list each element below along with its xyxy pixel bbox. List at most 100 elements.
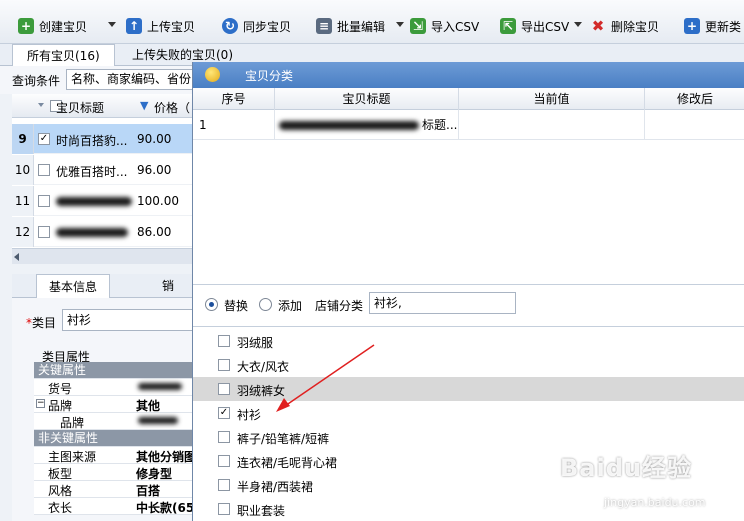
upload-icon: ↑ bbox=[126, 18, 142, 34]
category-checkbox[interactable] bbox=[218, 359, 230, 371]
category-checkbox[interactable] bbox=[218, 431, 230, 443]
detail-tabs: 基本信息 销售属 bbox=[12, 274, 195, 341]
row-price: 100.00 bbox=[137, 194, 179, 208]
column-current-value[interactable]: 当前值 bbox=[459, 88, 645, 110]
mode-bar: 替换 添加 店铺分类 衬衫, bbox=[193, 284, 744, 324]
attr-row[interactable]: 板型 修身型 bbox=[34, 464, 204, 481]
key-attrs-section: 关键属性 bbox=[34, 362, 204, 379]
attr-row[interactable]: 衣长 中长款(65cm bbox=[34, 498, 214, 515]
row-checkbox[interactable] bbox=[38, 195, 50, 207]
collapse-icon[interactable]: − bbox=[36, 399, 45, 408]
query-input[interactable]: 名称、商家编码、省份 bbox=[66, 69, 196, 90]
chevron-down-icon[interactable] bbox=[396, 22, 404, 27]
detail-panel: *类目 衬衫 类目属性 关键属性 货号 − 品牌 其他 品牌 非关键属性 主图来… bbox=[12, 298, 214, 521]
redacted-title bbox=[279, 121, 419, 130]
column-new-value[interactable]: 修改后 bbox=[645, 88, 744, 110]
redacted-title bbox=[56, 197, 132, 206]
column-price[interactable]: 价格（ bbox=[154, 99, 190, 116]
row-price: 96.00 bbox=[137, 163, 172, 177]
row-checkbox[interactable]: ✓ bbox=[38, 133, 50, 145]
import-csv-icon: ⇲ bbox=[410, 18, 426, 34]
list-item[interactable]: 羽绒裤女 bbox=[193, 377, 744, 401]
query-bar: 查询条件 名称、商家编码、省份 bbox=[0, 66, 196, 94]
row-number: 1 bbox=[193, 110, 275, 140]
column-item-title[interactable]: 宝贝标题 bbox=[275, 88, 459, 110]
filter-icon[interactable]: ▼ bbox=[140, 100, 150, 112]
chevron-down-icon[interactable] bbox=[108, 22, 116, 27]
shop-category-label: 店铺分类 bbox=[315, 299, 364, 313]
batch-edit-button[interactable]: ≡ 批量编辑 bbox=[316, 16, 385, 36]
scroll-left-icon[interactable] bbox=[14, 253, 19, 261]
row-number: 9 bbox=[12, 124, 34, 154]
row-title-cell: 标题... bbox=[275, 110, 459, 140]
category-checkbox[interactable]: ✓ bbox=[218, 407, 230, 419]
row-number: 11 bbox=[12, 186, 34, 216]
category-checkbox[interactable] bbox=[218, 455, 230, 467]
import-csv-button[interactable]: ⇲ 导入CSV bbox=[410, 16, 479, 36]
tab-sales-attrs[interactable]: 销售属 bbox=[150, 274, 195, 341]
create-item-button[interactable]: + 创建宝贝 bbox=[18, 16, 87, 36]
category-checkbox[interactable] bbox=[218, 335, 230, 347]
nonkey-attrs-section: 非关键属性 bbox=[34, 430, 204, 447]
category-checkbox[interactable] bbox=[218, 479, 230, 491]
category-checkbox[interactable] bbox=[218, 383, 230, 395]
sync-item-button[interactable]: ↻ 同步宝贝 bbox=[222, 16, 291, 36]
attr-table: 关键属性 货号 − 品牌 其他 品牌 非关键属性 主图来源 其他分销图 板型 修… bbox=[34, 362, 214, 515]
redacted-value bbox=[138, 383, 182, 390]
list-item[interactable]: 裤子/铅笔裤/短裤 bbox=[193, 425, 744, 449]
row-number: 10 bbox=[12, 155, 34, 185]
sync-icon: ↻ bbox=[222, 18, 238, 34]
tab-all-items[interactable]: 所有宝贝(16) bbox=[12, 44, 115, 67]
edit-icon: ≡ bbox=[316, 18, 332, 34]
row-price: 90.00 bbox=[137, 132, 172, 146]
row-price: 86.00 bbox=[137, 225, 172, 239]
row-number: 12 bbox=[12, 217, 34, 247]
shop-category-input[interactable]: 衬衫, bbox=[369, 292, 516, 314]
redacted-value bbox=[138, 417, 178, 424]
redacted-title bbox=[56, 228, 128, 237]
add-radio[interactable] bbox=[259, 298, 272, 311]
attr-row[interactable]: 主图来源 其他分销图 bbox=[34, 447, 204, 464]
sort-icon[interactable] bbox=[38, 103, 44, 107]
tab-basic-info[interactable]: 基本信息 bbox=[36, 274, 111, 299]
delete-item-button[interactable]: ✖ 删除宝贝 bbox=[590, 16, 659, 36]
attr-row[interactable]: 风格 百搭 bbox=[34, 481, 204, 498]
dialog-title: 宝贝分类 bbox=[245, 69, 294, 83]
list-item[interactable]: 大衣/风衣 bbox=[193, 353, 744, 377]
column-title[interactable]: 宝贝标题 bbox=[56, 99, 104, 116]
category-input[interactable]: 衬衫 bbox=[62, 309, 196, 331]
row-title: 优雅百搭时... bbox=[56, 165, 128, 179]
table-row[interactable]: 12 86.00 bbox=[12, 217, 195, 247]
replace-radio[interactable] bbox=[205, 298, 218, 311]
table-row[interactable]: 9 ✓ 时尚百搭豹... 90.00 bbox=[12, 124, 195, 154]
delete-icon: ✖ bbox=[591, 16, 605, 35]
row-checkbox[interactable] bbox=[38, 226, 50, 238]
query-label: 查询条件 bbox=[12, 74, 61, 88]
category-checkbox[interactable] bbox=[218, 503, 230, 515]
toolbar: + 创建宝贝 ↑ 上传宝贝 ↻ 同步宝贝 ≡ 批量编辑 ⇲ 导入CSV ⇱ 导出… bbox=[0, 0, 744, 44]
row-checkbox[interactable] bbox=[38, 164, 50, 176]
dialog-table-header: 序号 宝贝标题 当前值 修改后 bbox=[193, 88, 744, 110]
list-item[interactable]: ✓ 衬衫 bbox=[193, 401, 744, 425]
update-icon: + bbox=[684, 18, 700, 34]
plus-icon: + bbox=[18, 18, 34, 34]
table-row[interactable]: 1 标题... bbox=[193, 110, 744, 140]
list-item[interactable]: 羽绒服 bbox=[193, 329, 744, 353]
grid-header: 宝贝标题 ▼ 价格（ bbox=[12, 94, 195, 118]
chevron-down-icon[interactable] bbox=[574, 22, 582, 27]
category-label: *类目 bbox=[26, 316, 57, 330]
dialog-titlebar[interactable]: 宝贝分类 bbox=[193, 62, 744, 88]
attr-row[interactable]: 品牌 bbox=[34, 413, 204, 430]
update-category-button[interactable]: + 更新类 bbox=[684, 16, 741, 36]
table-row[interactable]: 11 100.00 bbox=[12, 186, 195, 216]
upload-item-button[interactable]: ↑ 上传宝贝 bbox=[126, 16, 195, 36]
export-csv-button[interactable]: ⇱ 导出CSV bbox=[500, 16, 569, 36]
column-seq[interactable]: 序号 bbox=[193, 88, 275, 110]
row-title: 时尚百搭豹... bbox=[56, 134, 128, 148]
horizontal-scrollbar[interactable] bbox=[12, 248, 195, 264]
attr-row[interactable]: 货号 bbox=[34, 379, 204, 396]
attr-row[interactable]: − 品牌 其他 bbox=[34, 396, 204, 413]
replace-label[interactable]: 替换 bbox=[224, 297, 248, 314]
table-row[interactable]: 10 优雅百搭时... 96.00 bbox=[12, 155, 195, 185]
add-label[interactable]: 添加 bbox=[278, 297, 302, 314]
